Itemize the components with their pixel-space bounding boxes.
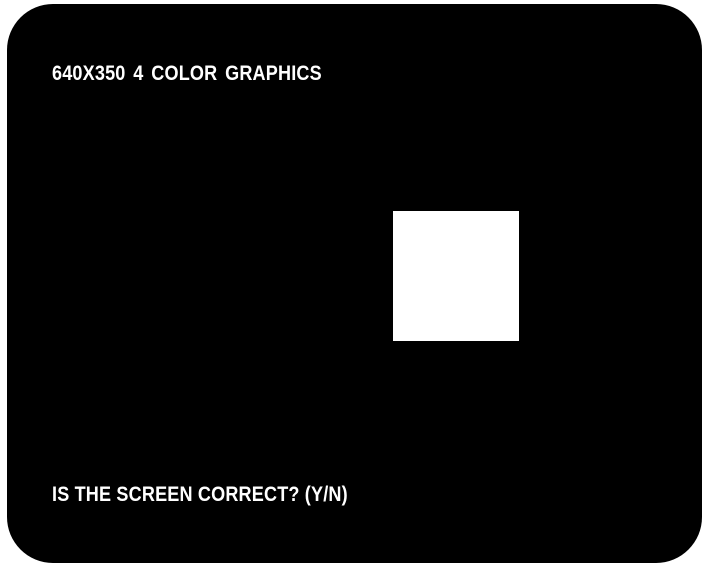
graphics-mode-label: 640X350 4 COLOR GRAPHICS (52, 62, 322, 85)
confirmation-prompt[interactable]: IS THE SCREEN CORRECT? (Y/N) (52, 483, 348, 507)
crt-screen: 640X350 4 COLOR GRAPHICS IS THE SCREEN C… (7, 4, 702, 563)
test-pattern-box (393, 211, 519, 341)
